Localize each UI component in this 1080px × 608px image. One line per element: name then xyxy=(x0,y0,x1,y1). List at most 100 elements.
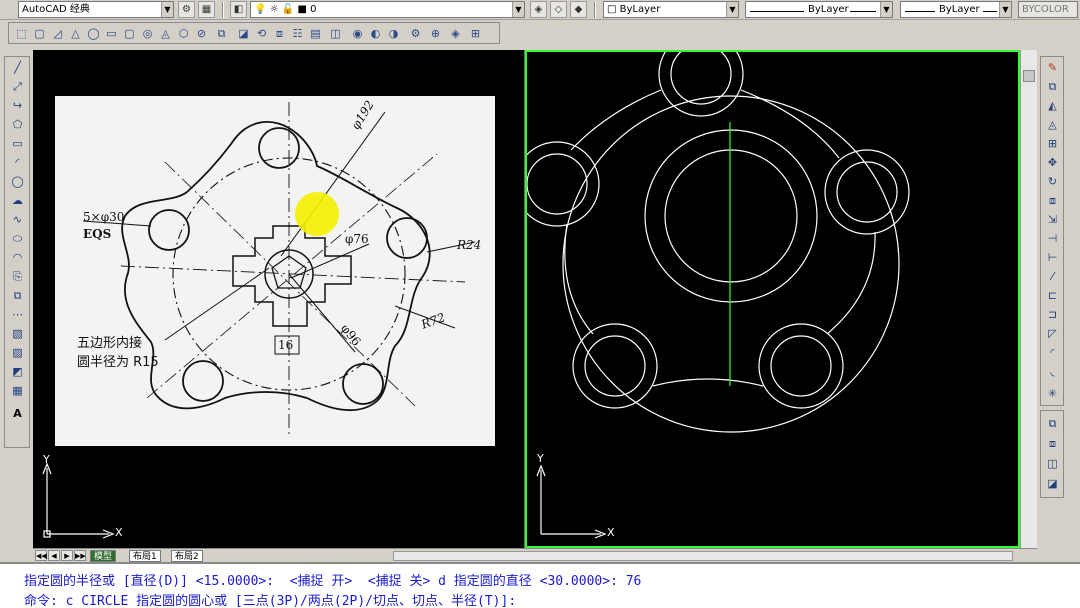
realistic-icon[interactable]: ◐ xyxy=(367,25,384,42)
tab-next-icon[interactable]: ▶ xyxy=(61,550,73,561)
hatch-icon[interactable]: ▧ xyxy=(9,325,26,342)
draw-order-toolbar: ⧉ ⧈ ◫ ◪ xyxy=(1040,410,1064,498)
render-icon[interactable]: ◈ xyxy=(447,25,464,42)
lineweight-dropdown[interactable]: ByLayer ▼ xyxy=(900,1,1012,18)
gear-icon[interactable]: ⚙ xyxy=(178,1,195,18)
rotate-icon[interactable]: ↻ xyxy=(1044,173,1061,190)
make-current-layer-icon[interactable]: ◈ xyxy=(530,1,547,18)
tab-model[interactable]: 模型 xyxy=(90,550,117,562)
break-icon[interactable]: ⊏ xyxy=(1044,287,1061,304)
drawing-area[interactable]: φ192 5×φ30 EQS φ76 R24 R72 φ96 16 五边形内接 … xyxy=(33,31,1037,548)
revolve-icon[interactable]: ⊘ xyxy=(193,25,210,42)
extrude-icon[interactable]: ⬡ xyxy=(175,25,192,42)
wedge-icon[interactable]: ◿ xyxy=(49,25,66,42)
viewport-left[interactable]: φ192 5×φ30 EQS φ76 R24 R72 φ96 16 五边形内接 … xyxy=(33,50,525,548)
polyline-icon[interactable]: ↪ xyxy=(9,97,26,114)
array-icon[interactable]: ⊞ xyxy=(1044,135,1061,152)
orbit-icon[interactable]: ⟲ xyxy=(253,25,270,42)
erase-icon[interactable]: ✎ xyxy=(1044,59,1061,76)
linetype-dropdown[interactable]: ByLayer ▼ xyxy=(745,1,893,18)
join-icon[interactable]: ⊐ xyxy=(1044,306,1061,323)
make-block-icon[interactable]: ⧉ xyxy=(9,287,26,304)
copy-icon[interactable]: ⧉ xyxy=(1044,78,1061,95)
cylinder-icon[interactable]: ▭ xyxy=(103,25,120,42)
bring-front-icon[interactable]: ⧉ xyxy=(213,25,230,42)
vertical-scrollbar[interactable] xyxy=(1020,50,1037,548)
layers-icon[interactable]: ☷ xyxy=(289,25,306,42)
explode-icon[interactable]: ✳ xyxy=(1044,385,1061,402)
insert-block-icon[interactable]: ⎘ xyxy=(9,268,26,285)
region-icon[interactable]: ◩ xyxy=(9,363,26,380)
cone-icon[interactable]: △ xyxy=(67,25,84,42)
scrollbar-thumb[interactable] xyxy=(1023,70,1035,82)
torus-icon[interactable]: ◎ xyxy=(139,25,156,42)
gradient-icon[interactable]: ▨ xyxy=(9,344,26,361)
extend-icon[interactable]: ⊢ xyxy=(1044,249,1061,266)
ucs-x-label: X xyxy=(115,526,123,539)
construction-line-icon[interactable]: ⤢ xyxy=(9,78,26,95)
layer-previous-icon[interactable]: ◇ xyxy=(550,1,567,18)
move-icon[interactable]: ✥ xyxy=(1044,154,1061,171)
lightbulb-icon: 💡 xyxy=(254,4,267,15)
offset-icon[interactable]: ◬ xyxy=(1044,116,1061,133)
workspace-dropdown[interactable]: AutoCAD 经典 ▼ xyxy=(18,1,174,18)
chamfer-icon[interactable]: ◸ xyxy=(1044,325,1061,342)
pointer-icon[interactable]: ⬚ xyxy=(13,25,30,42)
named-views-icon[interactable]: ◪ xyxy=(235,25,252,42)
tab-layout1[interactable]: 布局1 xyxy=(129,550,161,562)
tab-last-icon[interactable]: ▶▶ xyxy=(74,550,86,561)
mirror-icon[interactable]: ◭ xyxy=(1044,97,1061,114)
preview-icon[interactable]: ⊕ xyxy=(427,25,444,42)
rectangle-icon[interactable]: ▭ xyxy=(9,135,26,152)
chevron-down-icon: ▼ xyxy=(726,2,738,17)
ellipse-icon[interactable]: ⬭ xyxy=(9,230,26,247)
pyramid-icon[interactable]: ◬ xyxy=(157,25,174,42)
color-dropdown[interactable]: □ ByLayer ▼ xyxy=(603,1,739,18)
point-icon[interactable]: ⋯ xyxy=(9,306,26,323)
line-icon[interactable]: ╱ xyxy=(9,59,26,76)
wireframe-icon[interactable]: ◫ xyxy=(327,25,344,42)
chevron-down-icon: ▼ xyxy=(161,2,173,17)
send-under-icon[interactable]: ◪ xyxy=(1044,475,1061,492)
box-icon[interactable]: ▢ xyxy=(121,25,138,42)
scale-icon[interactable]: ⧈ xyxy=(1044,192,1061,209)
horizontal-scrollbar[interactable] xyxy=(393,551,1013,561)
table-icon[interactable]: ▦ xyxy=(9,382,26,399)
viewport-right-active[interactable]: Y X xyxy=(514,31,1020,548)
ellipse-arc-icon[interactable]: ◠ xyxy=(9,249,26,266)
command-prompt[interactable]: 命令: c CIRCLE 指定圆的圆心或 [三点(3P)/两点(2P)/切点、切… xyxy=(24,590,516,608)
spline-icon[interactable]: ∿ xyxy=(9,211,26,228)
send-to-back-icon[interactable]: ⧈ xyxy=(1044,435,1061,452)
trim-icon[interactable]: ⊣ xyxy=(1044,230,1061,247)
tab-prev-icon[interactable]: ◀ xyxy=(48,550,60,561)
tab-layout2[interactable]: 布局2 xyxy=(171,550,203,562)
stretch-icon[interactable]: ⇲ xyxy=(1044,211,1061,228)
polygon-icon[interactable]: ⬠ xyxy=(9,116,26,133)
tab-first-icon[interactable]: ◀◀ xyxy=(35,550,47,561)
layer-states-icon[interactable]: ◆ xyxy=(570,1,587,18)
hidden-icon[interactable]: ◉ xyxy=(349,25,366,42)
grid-icon[interactable]: ⊞ xyxy=(467,25,484,42)
lineweight-sample xyxy=(983,11,997,12)
multiline-text-icon[interactable]: A xyxy=(9,405,26,422)
revision-cloud-icon[interactable]: ☁ xyxy=(9,192,26,209)
blend-icon[interactable]: ◟ xyxy=(1044,363,1061,380)
view-cube-icon[interactable]: ⧈ xyxy=(271,25,288,42)
layer-dropdown[interactable]: 💡 ☼ 🔓 ■ 0 ▼ xyxy=(250,1,525,18)
fillet-icon[interactable]: ◜ xyxy=(1044,344,1061,361)
plotstyle-dropdown[interactable]: BYCOLOR xyxy=(1018,1,1078,18)
model-view-icon[interactable]: ▤ xyxy=(307,25,324,42)
circle-icon[interactable]: ◯ xyxy=(9,173,26,190)
command-line[interactable]: 指定圆的半径或 [直径(D)] <15.0000>: <捕捉 开> <捕捉 关>… xyxy=(0,562,1080,608)
workspace-menu-icon[interactable]: ▦ xyxy=(198,1,215,18)
color-value: ByLayer xyxy=(619,4,661,15)
layer-manager-icon[interactable]: ◧ xyxy=(230,1,247,18)
bring-to-front-icon[interactable]: ⧉ xyxy=(1044,415,1061,432)
sphere-icon[interactable]: ◯ xyxy=(85,25,102,42)
break-point-icon[interactable]: ⁄ xyxy=(1044,268,1061,285)
square-icon[interactable]: ▢ xyxy=(31,25,48,42)
bring-above-icon[interactable]: ◫ xyxy=(1044,455,1061,472)
arc-icon[interactable]: ◜ xyxy=(9,154,26,171)
settings-icon[interactable]: ⚙ xyxy=(407,25,424,42)
conceptual-icon[interactable]: ◑ xyxy=(385,25,402,42)
